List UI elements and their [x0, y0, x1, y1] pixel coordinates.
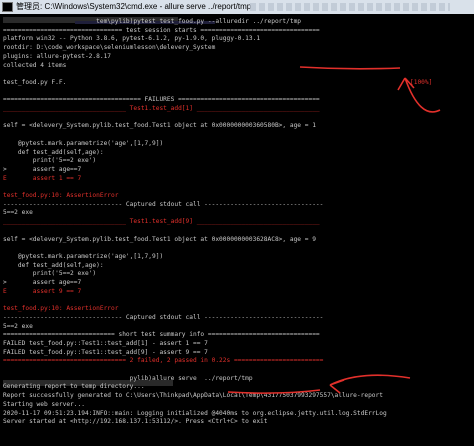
console-line: 5==2 exe	[3, 209, 33, 217]
console-line: -------------------------------- Capture…	[3, 313, 324, 321]
console-line: platform win32 -- Python 3.8.6, pytest-6…	[3, 35, 261, 43]
progress-marker: [100%]	[410, 78, 433, 86]
console-line: ================================= 2 fail…	[3, 357, 324, 365]
console-line: test_food.py:10: AssertionError	[3, 192, 119, 199]
console-line: 2020-11-17 09:51:23.194:INFO::main: Logg…	[3, 409, 387, 417]
console-line: Generating report to temp directory...	[3, 383, 145, 391]
console-line: FAILED test_food.py::Test1::test_add[9] …	[3, 348, 208, 356]
console-line: collected 4 items	[3, 61, 67, 69]
console-line: ================================ test se…	[3, 26, 320, 34]
console-line: plugins: allure-pytest-2.8.17	[3, 52, 112, 60]
console-line: tem\pylib)pytest test_food.py --alluredi…	[3, 18, 302, 25]
console-line: ===================================== FA…	[3, 96, 320, 104]
console-line: rootdir: D:\code_workspace\seleniumlesso…	[3, 44, 216, 52]
console-line: > assert age==7	[3, 165, 82, 173]
console-line: test_food.py:10: AssertionError	[3, 305, 119, 313]
console-line: E assert 1 == 7	[3, 174, 82, 182]
console-line: print('5==2 exe')	[3, 157, 97, 165]
console-line: print('5==2 exe')	[3, 270, 97, 278]
console-line: Report successfully generated to C:\User…	[3, 392, 383, 400]
console-line: E assert 9 == 7	[3, 287, 82, 295]
console-line: def test_add(self,age):	[3, 148, 104, 156]
console-line: _________________________________ Test1.…	[3, 218, 320, 226]
console-line: Server started at <http://192.168.137.1:…	[3, 418, 268, 426]
console-line: self = <delevery_System.pylib.test_food.…	[3, 122, 316, 130]
window-title-bar[interactable]: 管理员: C:\Windows\System32\cmd.exe - allur…	[0, 0, 474, 14]
console-line: _________________________________ Test1.…	[3, 105, 320, 112]
console-line: > assert age==7	[3, 279, 82, 286]
console-line: @pytest.mark.parametrize('age',[1,7,9])	[3, 139, 164, 147]
console-line: pylib)allure serve ../report/tmp	[3, 374, 253, 382]
console-line: Starting web server...	[3, 400, 85, 408]
console-line: @pytest.mark.parametrize('age',[1,7,9])	[3, 252, 164, 260]
console-line: test_food.py F.F.	[3, 78, 67, 86]
console-line: def test_add(self,age):	[3, 261, 104, 269]
window-title: 管理员: C:\Windows\System32\cmd.exe - allur…	[16, 2, 252, 11]
console-line: FAILED test_food.py::Test1::test_add[1] …	[3, 339, 208, 347]
console-line: -------------------------------- Capture…	[3, 200, 324, 208]
console-line: ============================== short tes…	[3, 331, 320, 339]
console-output[interactable]: tem\pylib)pytest test_food.py --alluredi…	[0, 14, 474, 446]
cmd-icon	[2, 1, 13, 12]
obscured-title-region	[250, 3, 450, 11]
console-line: self = <delevery_System.pylib.test_food.…	[3, 235, 316, 243]
console-line: 5==2 exe	[3, 322, 33, 330]
